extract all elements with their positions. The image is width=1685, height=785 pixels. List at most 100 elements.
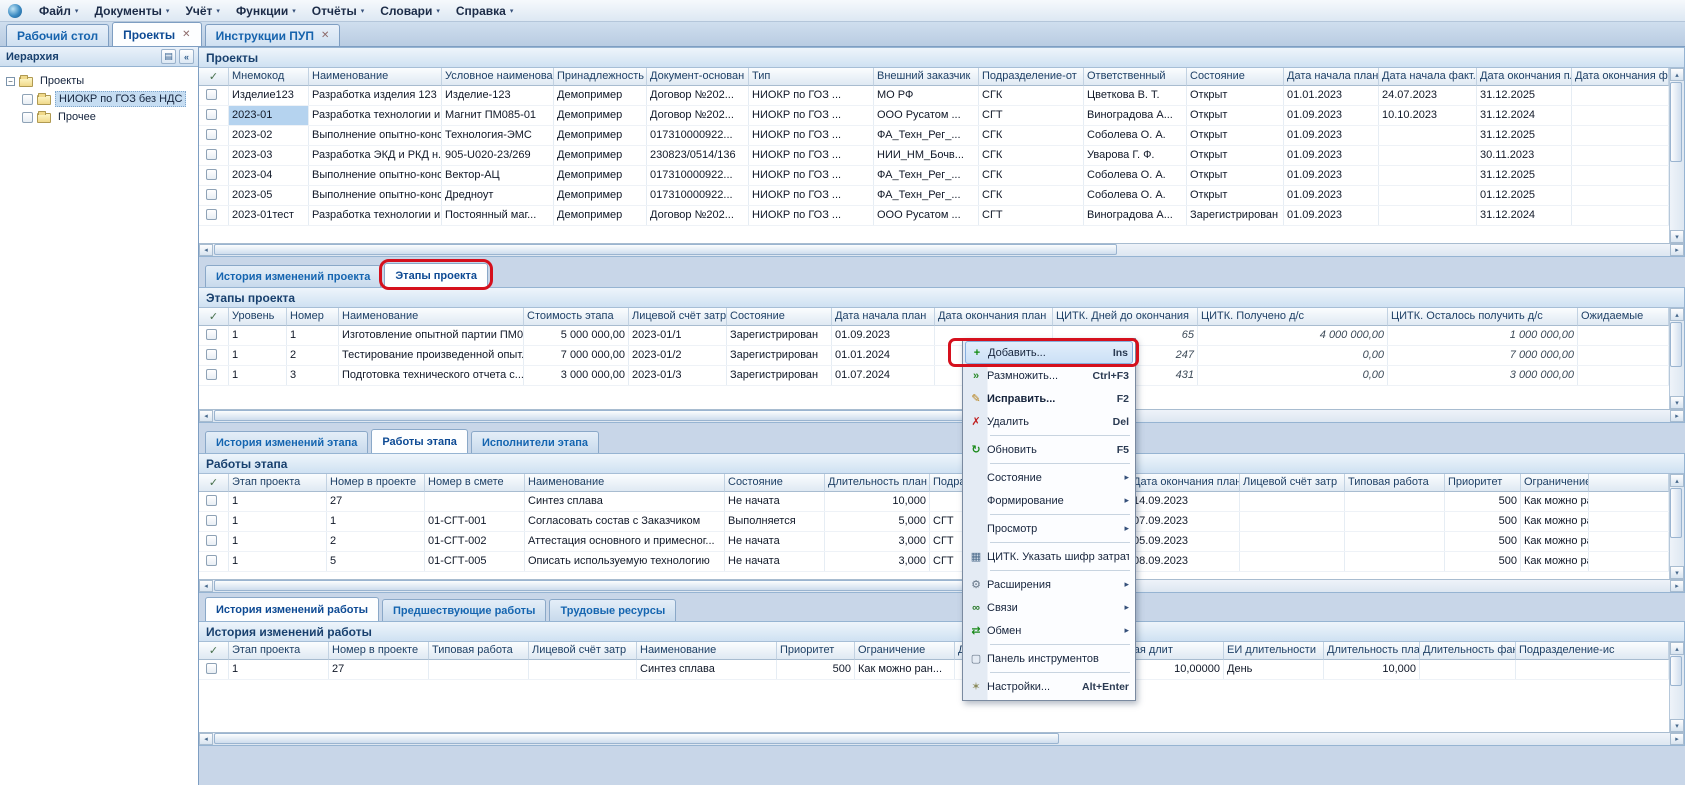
scrollbar-thumb[interactable]	[1670, 656, 1682, 686]
row-checkbox[interactable]	[206, 109, 217, 120]
menu-item-citk-cost-code[interactable]: ▦ЦИТК. Указать шифр затрат...	[965, 545, 1133, 568]
section-tab[interactable]: Исполнители этапа	[471, 431, 599, 453]
scroll-up-icon[interactable]: ▴	[1670, 474, 1684, 487]
menu-item-state[interactable]: Состояние▸	[965, 466, 1133, 489]
column-header[interactable]: Наименование	[525, 474, 725, 492]
menubar-item[interactable]: Документы▾	[86, 2, 177, 20]
column-header[interactable]: ЦИТК. Дней до окончания	[1053, 308, 1198, 326]
scrollbar-thumb[interactable]	[214, 410, 1059, 421]
scrollbar-thumb[interactable]	[1670, 82, 1682, 162]
column-header[interactable]: Номер в проекте	[329, 642, 429, 660]
column-header[interactable]: ✓	[199, 642, 229, 660]
row-checkbox[interactable]	[206, 495, 217, 506]
section-tab[interactable]: История изменений работы	[205, 597, 379, 621]
section-tab[interactable]: Работы этапа	[371, 429, 468, 453]
scroll-down-icon[interactable]: ▾	[1670, 396, 1684, 409]
column-header[interactable]: Документ-основан	[647, 68, 749, 86]
row-checkbox[interactable]	[206, 515, 217, 526]
table-row[interactable]: 12Тестирование произведенной опыт...7 00…	[199, 346, 1669, 366]
menu-item-toolbar-panel[interactable]: ▢Панель инструментов	[965, 647, 1133, 670]
scroll-down-icon[interactable]: ▾	[1670, 230, 1684, 243]
column-header[interactable]: Дата окончания план	[1130, 474, 1240, 492]
scrollbar-track[interactable]	[213, 580, 1670, 592]
section-tab[interactable]: История изменений этапа	[205, 431, 368, 453]
scroll-right-icon[interactable]: ▸	[1670, 244, 1684, 256]
column-header[interactable]: Номер в смете	[425, 474, 525, 492]
scrollbar-thumb[interactable]	[214, 580, 1059, 591]
scroll-right-icon[interactable]: ▸	[1670, 580, 1684, 592]
menu-item-refresh[interactable]: ↻ОбновитьF5	[965, 438, 1133, 461]
column-header[interactable]: Внешний заказчик	[874, 68, 979, 86]
table-row[interactable]: 2023-04Выполнение опытно-конс...Вектор-А…	[199, 166, 1669, 186]
scrollbar-track[interactable]	[213, 244, 1670, 256]
vertical-scrollbar[interactable]: ▴ ▾	[1670, 68, 1684, 243]
row-checkbox[interactable]	[206, 555, 217, 566]
scroll-right-icon[interactable]: ▸	[1670, 733, 1684, 745]
column-header[interactable]: Типовая работа	[429, 642, 529, 660]
tree-checkbox[interactable]	[22, 112, 33, 123]
menu-item-edit[interactable]: ✎Исправить...F2	[965, 387, 1133, 410]
horizontal-scrollbar[interactable]: ◂▸	[199, 243, 1684, 256]
column-header[interactable]: Условное наименова	[442, 68, 554, 86]
menubar-item[interactable]: Словари▾	[372, 2, 448, 20]
column-header[interactable]: Состояние	[727, 308, 832, 326]
column-header[interactable]	[1589, 474, 1669, 492]
tree-item[interactable]: −Проекты	[2, 72, 196, 90]
column-header[interactable]: Номер	[287, 308, 339, 326]
scroll-down-icon[interactable]: ▾	[1670, 719, 1684, 732]
sort-icon[interactable]: ▤	[161, 49, 176, 64]
column-header[interactable]: Состояние	[725, 474, 825, 492]
section-tab[interactable]: Предшествующие работы	[382, 599, 546, 621]
scrollbar-track[interactable]	[213, 733, 1670, 745]
column-header[interactable]: Номер в проекте	[327, 474, 425, 492]
tree-item[interactable]: НИОКР по ГОЗ без НДС	[2, 90, 196, 108]
column-header[interactable]: Лицевой счёт затр	[529, 642, 637, 660]
column-header[interactable]: Уровень	[229, 308, 287, 326]
table-row[interactable]: Изделие123Разработка изделия 123Изделие-…	[199, 86, 1669, 106]
scroll-right-icon[interactable]: ▸	[1670, 410, 1684, 422]
column-header[interactable]: Мнемокод	[229, 68, 309, 86]
table-row[interactable]: 1201-СГТ-002Аттестация основного и приме…	[199, 532, 1669, 552]
window-tab[interactable]: Рабочий стол	[6, 24, 109, 46]
horizontal-scrollbar[interactable]: ◂▸	[199, 579, 1684, 592]
row-checkbox[interactable]	[206, 89, 217, 100]
row-checkbox[interactable]	[206, 169, 217, 180]
scrollbar-thumb[interactable]	[214, 733, 1059, 744]
table-row[interactable]: 13Подготовка технического отчета с...3 0…	[199, 366, 1669, 386]
column-header[interactable]: Стоимость этапа	[524, 308, 629, 326]
expander-icon[interactable]: −	[6, 77, 15, 86]
column-header[interactable]: Длительность план▼	[825, 474, 930, 492]
menu-item-links[interactable]: ∞Связи▸	[965, 596, 1133, 619]
column-header[interactable]: Наименование	[637, 642, 777, 660]
column-header[interactable]: Длительность фак	[1420, 642, 1516, 660]
menu-item-delete[interactable]: ✗УдалитьDel	[965, 410, 1133, 433]
close-icon[interactable]: ✕	[182, 29, 190, 40]
table-row[interactable]: 2023-05Выполнение опытно-конс...Дредноут…	[199, 186, 1669, 206]
table-row[interactable]: 1101-СГТ-001Согласовать состав с Заказчи…	[199, 512, 1669, 532]
menu-item-exchange[interactable]: ⇄Обмен▸	[965, 619, 1133, 642]
section-tab[interactable]: Этапы проекта	[384, 263, 488, 287]
table-row[interactable]: 11Изготовление опытной партии ПМ0...5 00…	[199, 326, 1669, 346]
scroll-left-icon[interactable]: ◂	[199, 410, 213, 422]
scroll-left-icon[interactable]: ◂	[199, 244, 213, 256]
close-icon[interactable]: ✕	[321, 30, 329, 41]
vertical-scrollbar[interactable]: ▴ ▾	[1670, 474, 1684, 579]
menu-item-view[interactable]: Просмотр▸	[965, 517, 1133, 540]
column-header[interactable]: Лицевой счёт затр	[1240, 474, 1345, 492]
scroll-up-icon[interactable]: ▴	[1670, 308, 1684, 321]
column-header[interactable]: Приоритет	[1445, 474, 1521, 492]
menu-item-duplicate[interactable]: »Размножить...Ctrl+F3	[965, 364, 1133, 387]
column-header[interactable]: Наименование	[309, 68, 442, 86]
column-header[interactable]: Этап проекта	[229, 474, 327, 492]
menu-item-formation[interactable]: Формирование▸	[965, 489, 1133, 512]
menu-item-extensions[interactable]: ⚙Расширения▸	[965, 573, 1133, 596]
column-header[interactable]: Дата начала факт.	[1379, 68, 1477, 86]
column-header[interactable]: Дата окончания план	[935, 308, 1053, 326]
row-checkbox[interactable]	[206, 209, 217, 220]
menubar-item[interactable]: Файл▾	[31, 2, 86, 20]
menubar-item[interactable]: Учёт▾	[177, 2, 228, 20]
table-row[interactable]: 2023-03Разработка ЭКД и РКД н...905-U020…	[199, 146, 1669, 166]
row-checkbox[interactable]	[206, 329, 217, 340]
window-tab[interactable]: Инструкции ПУП✕	[205, 24, 341, 46]
scrollbar-thumb[interactable]	[1670, 488, 1682, 538]
